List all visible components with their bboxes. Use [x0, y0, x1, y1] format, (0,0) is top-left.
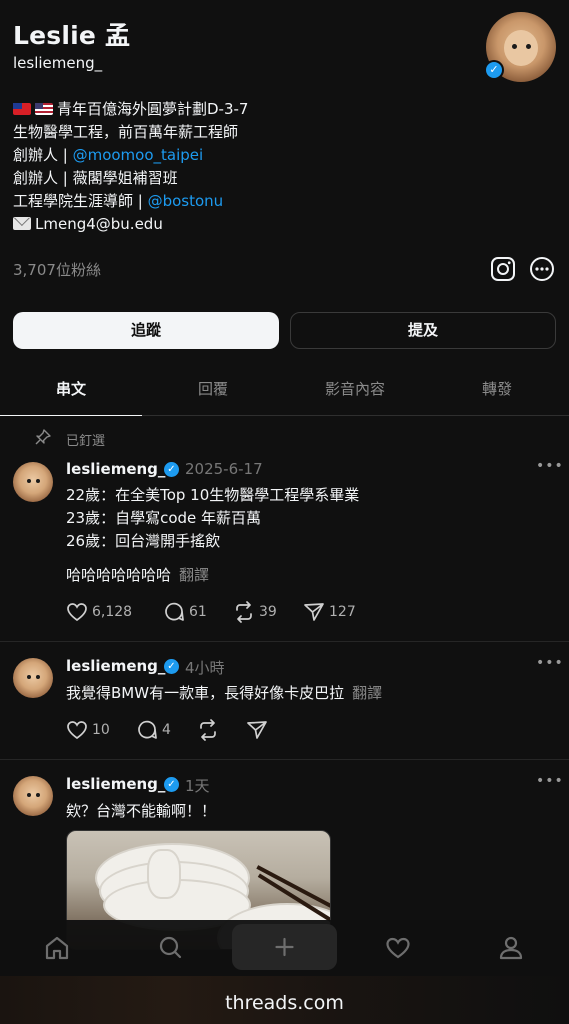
tab-reposts[interactable]: 轉發 — [426, 370, 568, 416]
bio-line-1: 青年百億海外圓夢計劃D-3-7 — [57, 100, 249, 118]
tab-threads[interactable]: 串文 — [0, 370, 142, 416]
post-text-line: 22歲：在全美Top 10生物醫學工程學系畢業 — [66, 486, 360, 504]
post-text-line: 我覺得BMW有一款車，長得好像卡皮巴拉 — [66, 684, 345, 702]
like-count: 6,128 — [92, 604, 133, 620]
profile-icon[interactable] — [491, 928, 531, 968]
envelope-icon — [13, 217, 31, 230]
avatar[interactable] — [13, 462, 53, 502]
reply-button[interactable]: 4 — [136, 719, 176, 743]
profile-header: Leslie 孟 lesliemeng_ ✓ 青年百億海外圓夢計劃D-3-7 生… — [0, 0, 569, 300]
home-icon[interactable] — [37, 928, 77, 968]
new-thread-button[interactable] — [232, 924, 337, 970]
reply-button[interactable]: 61 — [163, 601, 213, 625]
heart-icon — [67, 603, 87, 622]
tab-replies[interactable]: 回覆 — [142, 370, 284, 416]
profile-tabs: 串文 回覆 影音內容 轉發 — [0, 370, 569, 416]
like-button[interactable]: 6,128 — [66, 601, 136, 625]
repost-button[interactable] — [197, 719, 221, 743]
share-count: 127 — [329, 604, 356, 620]
avatar[interactable] — [13, 658, 53, 698]
bio-link-bostonu[interactable]: @bostonu — [148, 192, 224, 210]
post-username[interactable]: lesliemeng_ — [66, 657, 165, 675]
reply-count: 4 — [162, 722, 171, 738]
url-text[interactable]: threads.com — [0, 992, 569, 1014]
verified-badge-icon: ✓ — [164, 659, 179, 674]
comment-icon — [165, 602, 184, 621]
bio-line-5-prefix: 工程學院生涯導師 | — [13, 192, 148, 210]
repost-icon — [236, 601, 252, 623]
reply-count: 61 — [189, 604, 207, 620]
translate-link[interactable]: 翻譯 — [179, 566, 209, 584]
profile-handle: lesliemeng_ — [13, 54, 103, 72]
pinned-label: 已釘選 — [34, 428, 105, 450]
bio-line-2: 生物醫學工程，前百萬年薪工程師 — [13, 123, 239, 141]
verified-badge-icon: ✓ — [484, 60, 504, 80]
post-username[interactable]: lesliemeng_ — [66, 775, 165, 793]
translate-link[interactable]: 翻譯 — [352, 684, 382, 702]
bio-line-3-prefix: 創辦人 | — [13, 146, 73, 164]
more-options-icon[interactable] — [529, 256, 555, 282]
search-icon[interactable] — [150, 928, 190, 968]
mention-button[interactable]: 提及 — [290, 312, 556, 349]
post-time: 4小時 — [185, 659, 225, 677]
post-item[interactable]: lesliemeng_ ✓ 4小時 ••• 我覺得BMW有一款車，長得好像卡皮巴… — [0, 642, 569, 760]
verified-badge-icon: ✓ — [164, 777, 179, 792]
share-button[interactable]: 127 — [303, 601, 358, 625]
taiwan-flag-icon — [13, 103, 31, 115]
post-text-line: 23歲：自學寫code 年薪百萬 — [66, 509, 262, 527]
like-count: 10 — [92, 722, 110, 738]
repost-icon — [200, 719, 216, 741]
browser-url-bar[interactable]: threads.com — [0, 976, 569, 1024]
followers-count[interactable]: 3,707位粉絲 — [13, 259, 101, 280]
activity-heart-icon[interactable] — [378, 928, 418, 968]
post-text-line: 26歲：回台灣開手搖飲 — [66, 532, 221, 550]
repost-button[interactable]: 39 — [233, 601, 283, 625]
post-text-extra: 哈哈哈哈哈哈哈 — [66, 566, 172, 584]
bio-email: Lmeng4@bu.edu — [35, 215, 163, 233]
tab-media[interactable]: 影音內容 — [284, 370, 426, 416]
profile-name: Leslie 孟 — [13, 21, 131, 50]
post-item[interactable]: lesliemeng_ ✓ 2025-6-17 ••• 22歲：在全美Top 1… — [0, 450, 569, 642]
comment-icon — [138, 720, 157, 739]
repost-count: 39 — [259, 604, 277, 620]
send-icon — [247, 721, 267, 739]
bio-line-4: 創辦人 | 薇閣學姐補習班 — [13, 169, 178, 187]
us-flag-icon — [35, 103, 53, 115]
plus-icon — [275, 937, 294, 957]
bio-link-moomoo[interactable]: @moomoo_taipei — [73, 146, 204, 164]
post-more-icon[interactable]: ••• — [536, 773, 564, 789]
instagram-icon[interactable] — [490, 256, 516, 282]
bottom-navigation — [0, 920, 569, 976]
profile-bio: 青年百億海外圓夢計劃D-3-7 生物醫學工程，前百萬年薪工程師 創辦人 | @m… — [13, 98, 248, 236]
verified-badge-icon: ✓ — [164, 462, 179, 477]
avatar[interactable] — [13, 776, 53, 816]
like-button[interactable]: 10 — [66, 719, 116, 743]
pin-icon — [35, 429, 51, 445]
post-more-icon[interactable]: ••• — [536, 458, 564, 474]
post-username[interactable]: lesliemeng_ — [66, 460, 165, 478]
heart-icon — [67, 721, 87, 740]
follow-button[interactable]: 追蹤 — [13, 312, 279, 349]
share-button[interactable] — [246, 719, 270, 743]
pinned-text: 已釘選 — [66, 434, 106, 449]
post-text-line: 欸？台灣不能輸啊！！ — [66, 802, 217, 820]
send-icon — [304, 603, 324, 621]
post-time: 1天 — [185, 777, 210, 795]
post-more-icon[interactable]: ••• — [536, 655, 564, 671]
post-time: 2025-6-17 — [185, 460, 263, 478]
